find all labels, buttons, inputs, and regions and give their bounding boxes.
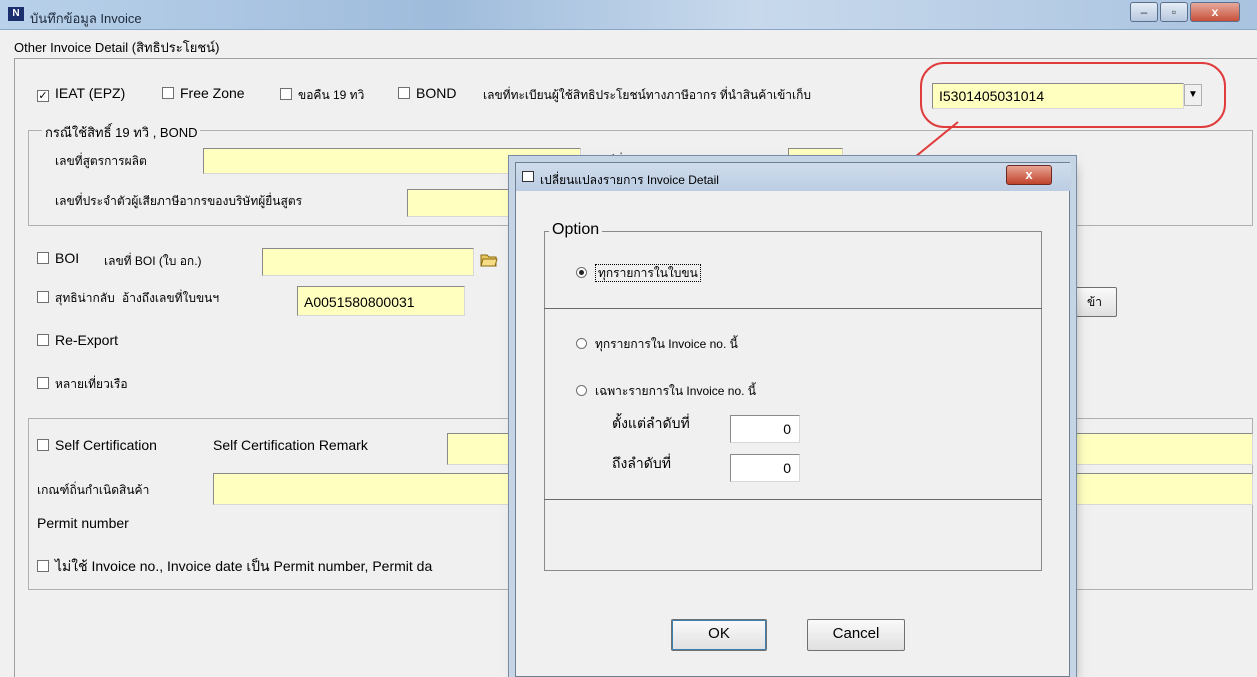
boi-number-input[interactable] <box>262 248 474 276</box>
self-cert-checkbox[interactable]: Self Certification <box>37 437 157 453</box>
boi-checkbox[interactable]: BOI <box>37 250 79 266</box>
radio-selected-icon <box>576 267 587 278</box>
option-legend: Option <box>549 221 603 239</box>
formula-label: เลขที่สูตรการผลิต <box>55 154 147 168</box>
close-button[interactable]: x <box>1190 2 1240 22</box>
origin-label: เกณฑ์ถิ่นกำเนิดสินค้า <box>37 483 150 497</box>
self-cert-remark-label: Self Certification Remark <box>213 437 368 453</box>
chevron-down-icon[interactable]: ▼ <box>1184 84 1202 106</box>
permit-label: Permit number <box>37 515 129 531</box>
return-ref-button[interactable]: ข้า <box>1072 287 1117 317</box>
radio-all-bill[interactable]: ทุกรายการในใบขน <box>576 264 701 283</box>
permit-checkbox[interactable]: ไม่ใช้ Invoice no., Invoice date เป็น Pe… <box>37 556 432 578</box>
ieat-checkbox[interactable]: ✓ IEAT (EPZ) <box>37 85 125 102</box>
dialog-close-button[interactable]: x <box>1006 165 1052 185</box>
option-divider <box>544 308 1042 309</box>
registration-select[interactable]: I5301405031014 <box>932 83 1184 109</box>
window-titlebar <box>0 0 1257 30</box>
ok-button[interactable]: OK <box>671 619 767 651</box>
return-ref-input[interactable]: A0051580800031 <box>297 286 465 316</box>
option-divider-2 <box>544 499 1042 500</box>
dialog-title: เปลี่ยนแปลงรายการ Invoice Detail <box>540 173 719 187</box>
cancel-button[interactable]: Cancel <box>807 619 905 651</box>
maximize-button[interactable]: ▫ <box>1160 2 1188 22</box>
radio-specific[interactable]: เฉพาะรายการใน Invoice no. นี้ <box>576 382 756 401</box>
taxid-label: เลขที่ประจำตัวผู้เสียภาษีอากรของบริษัทผู… <box>55 194 303 208</box>
return-ref-label: อ้างถึงเลขที่ใบขนฯ <box>122 291 220 305</box>
reexport-checkbox[interactable]: Re-Export <box>37 332 118 348</box>
from-label: ตั้งแต่ลำดับที่ <box>612 415 690 431</box>
free-zone-checkbox[interactable]: Free Zone <box>162 85 245 101</box>
dialog-icon <box>522 171 534 182</box>
bond-checkbox[interactable]: BOND <box>398 85 456 101</box>
boi-number-label: เลขที่ BOI (ใบ อก.) <box>104 254 202 268</box>
kod19-checkbox[interactable]: ขอคืน 19 ทวิ <box>280 86 364 105</box>
form-subtitle: Other Invoice Detail (สิทธิประโยชน์) <box>14 40 220 55</box>
folder-open-icon[interactable] <box>480 252 498 268</box>
radio-all-invoice[interactable]: ทุกรายการใน Invoice no. นี้ <box>576 335 738 354</box>
window-title: บันทึกข้อมูล Invoice <box>30 11 142 26</box>
change-invoice-dialog: เปลี่ยนแปลงรายการ Invoice Detail x Optio… <box>515 162 1071 677</box>
to-label: ถึงลำดับที่ <box>612 455 671 471</box>
return-checkbox[interactable]: สุทธิน่ากลับ <box>37 289 115 308</box>
to-input[interactable]: 0 <box>730 454 800 482</box>
minimize-button[interactable]: – <box>1130 2 1158 22</box>
group-19-legend: กรณีใช้สิทธิ์ 19 ทวิ , BOND <box>42 122 201 143</box>
taxid-input[interactable] <box>407 189 517 217</box>
multi-voyage-checkbox[interactable]: หลายเที่ยวเรือ <box>37 375 128 394</box>
from-input[interactable]: 0 <box>730 415 800 443</box>
registration-label: เลขที่ทะเบียนผู้ใช้สิทธิประโยชน์ทางภาษีอ… <box>483 88 812 102</box>
check-icon: ✓ <box>37 90 49 102</box>
app-icon: N <box>8 7 24 21</box>
